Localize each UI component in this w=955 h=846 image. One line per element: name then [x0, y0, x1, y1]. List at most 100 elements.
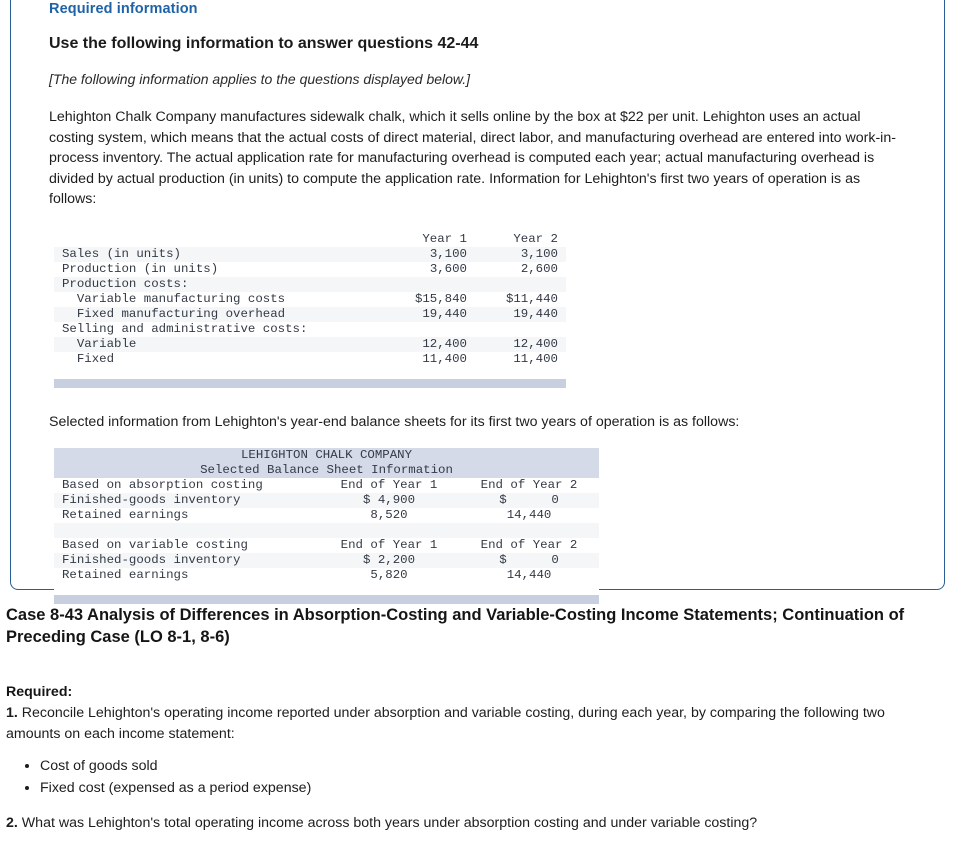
- company-name: LEHIGHTON CHALK COMPANY: [54, 448, 600, 463]
- table-row: Finished-goods inventory $ 2,200 $ 0: [54, 553, 600, 568]
- table-row: Retained earnings 5,820 14,440: [54, 568, 600, 583]
- row-label: Fixed: [54, 351, 384, 367]
- table-row: Finished-goods inventory $ 4,900 $ 0: [54, 493, 600, 508]
- spacer-cell: [459, 523, 600, 538]
- table-row: Variable 12,400 12,400: [54, 336, 566, 352]
- absorption-section-header-row: Based on absorption costing End of Year …: [54, 478, 600, 493]
- row-year1: 3,600: [384, 261, 475, 277]
- row-year2: $ 0: [459, 493, 600, 508]
- spacer-cell: [319, 523, 459, 538]
- spacer-cell: [54, 366, 384, 379]
- footer-cell: [319, 595, 459, 604]
- spacer-cell: [319, 583, 459, 595]
- page-title: Use the following information to answer …: [49, 35, 479, 52]
- applies-to-note: [The following information applies to th…: [49, 71, 471, 87]
- spacer-cell: [384, 366, 475, 379]
- spacer-cell: [54, 523, 319, 538]
- required-label: Required:: [6, 684, 73, 700]
- row-year2: 11,400: [475, 351, 566, 367]
- balance-sheet-intro-paragraph: Selected information from Lehighton's ye…: [49, 413, 740, 430]
- footer-cell: [475, 378, 566, 388]
- balance-sheet-table: LEHIGHTON CHALK COMPANY Selected Balance…: [54, 448, 600, 604]
- table-row: Variable manufacturing costs $15,840 $11…: [54, 291, 566, 307]
- requirement-item-2: 2. What was Lehighton's total operating …: [6, 813, 896, 834]
- list-item: Fixed cost (expensed as a period expense…: [40, 778, 949, 799]
- section-header-year2: End of Year 2: [459, 478, 600, 493]
- row-label: Variable manufacturing costs: [54, 291, 384, 307]
- required-information-label: Required information: [49, 1, 198, 17]
- required-information-card: Required information Use the following i…: [10, 0, 945, 604]
- row-year1: $15,840: [384, 291, 475, 307]
- table-row: Selling and administrative costs:: [54, 321, 566, 337]
- variable-section-header-row: Based on variable costing End of Year 1 …: [54, 538, 600, 553]
- footer-cell: [459, 595, 600, 604]
- row-label: Retained earnings: [54, 568, 319, 583]
- spacer-cell: [54, 583, 319, 595]
- row-year1: $ 4,900: [319, 493, 459, 508]
- row-year2: 12,400: [475, 336, 566, 352]
- requirement-2-text: What was Lehighton's total operating inc…: [17, 815, 758, 831]
- table-row: Sales (in units) 3,100 3,100: [54, 246, 566, 262]
- spacer-cell: [459, 583, 600, 595]
- statement-subtitle: Selected Balance Sheet Information: [54, 463, 600, 478]
- table-row: Fixed 11,400 11,400: [54, 351, 566, 367]
- section-header-year2: End of Year 2: [459, 538, 600, 553]
- scenario-paragraph: Lehighton Chalk Company manufactures sid…: [49, 109, 896, 207]
- row-label: Production costs:: [54, 276, 384, 292]
- requirement-1-text: Reconcile Lehighton's operating income r…: [6, 705, 885, 742]
- row-label: Variable: [54, 336, 384, 352]
- spacer-cell: [475, 366, 566, 379]
- table-row: Production costs:: [54, 276, 566, 292]
- table-footer-band: [54, 378, 566, 388]
- row-year1: [384, 276, 475, 292]
- requirement-item-1: 1. Reconcile Lehighton's operating incom…: [6, 703, 896, 744]
- row-label: Sales (in units): [54, 246, 384, 262]
- table-footer-band: [54, 595, 600, 604]
- table-spacer-row: [54, 366, 566, 379]
- cost-data-table: Year 1 Year 2 Sales (in units) 3,100 3,1…: [54, 232, 566, 388]
- row-year2: 2,600: [475, 261, 566, 277]
- list-item: Cost of goods sold: [40, 756, 949, 777]
- requirement-2-number: 2.: [6, 815, 18, 831]
- column-header-year2: Year 2: [513, 231, 558, 246]
- row-year2: $11,440: [475, 291, 566, 307]
- row-year1: 3,100: [384, 246, 475, 262]
- column-header-year1: Year 1: [422, 231, 467, 246]
- requirement-1-number: 1.: [6, 705, 18, 721]
- case-heading: Case 8-43 Analysis of Differences in Abs…: [6, 606, 905, 646]
- table-row: Production (in units) 3,600 2,600: [54, 261, 566, 277]
- table-row: Retained earnings 8,520 14,440: [54, 508, 600, 523]
- section-label: Based on variable costing: [54, 538, 319, 553]
- row-year1: $ 2,200: [319, 553, 459, 568]
- balance-sheet-title-row-1: LEHIGHTON CHALK COMPANY: [54, 448, 600, 463]
- footer-cell: [54, 378, 384, 388]
- row-year2: [475, 276, 566, 292]
- row-label: Fixed manufacturing overhead: [54, 306, 384, 322]
- table-header-row: Year 1 Year 2: [54, 232, 566, 247]
- balance-sheet-title-row-2: Selected Balance Sheet Information: [54, 463, 600, 478]
- footer-cell: [54, 595, 319, 604]
- row-year2: $ 0: [459, 553, 600, 568]
- row-year2: [475, 321, 566, 337]
- row-year1: [384, 321, 475, 337]
- row-year2: 14,440: [459, 508, 600, 523]
- section-header-year1: End of Year 1: [319, 538, 459, 553]
- requirement-1-bullet-list: Cost of goods sold Fixed cost (expensed …: [6, 756, 949, 799]
- row-year1: 12,400: [384, 336, 475, 352]
- section-header-year1: End of Year 1: [319, 478, 459, 493]
- row-year2: 14,440: [459, 568, 600, 583]
- section-label: Based on absorption costing: [54, 478, 319, 493]
- row-label: Selling and administrative costs:: [54, 321, 384, 337]
- row-label: Finished-goods inventory: [54, 553, 319, 568]
- row-label: Production (in units): [54, 261, 384, 277]
- row-year1: 19,440: [384, 306, 475, 322]
- column-header-blank: [54, 232, 384, 247]
- row-year2: 19,440: [475, 306, 566, 322]
- row-label: Retained earnings: [54, 508, 319, 523]
- row-year1: 11,400: [384, 351, 475, 367]
- case-section: Case 8-43 Analysis of Differences in Abs…: [0, 604, 955, 846]
- row-year1: 8,520: [319, 508, 459, 523]
- footer-cell: [384, 378, 475, 388]
- row-year2: 3,100: [475, 246, 566, 262]
- table-spacer-row: [54, 583, 600, 595]
